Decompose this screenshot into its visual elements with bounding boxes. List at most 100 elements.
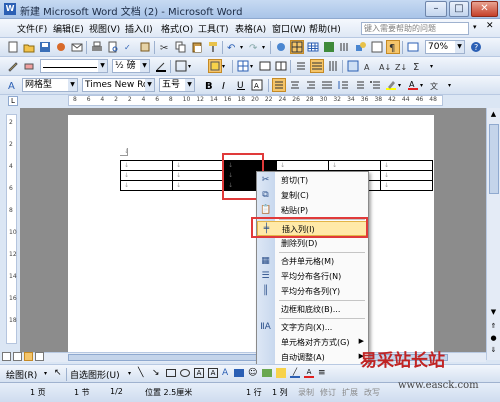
vertical-scroll-thumb[interactable]: [489, 124, 499, 194]
context-menu-item[interactable]: ⧉ 复制(C): [257, 188, 368, 203]
textbox-tool-icon[interactable]: A: [194, 368, 204, 378]
table-autoformat-icon[interactable]: [346, 59, 360, 73]
bullets-icon[interactable]: [368, 78, 382, 92]
arrow-tool-icon[interactable]: ↘: [152, 368, 160, 378]
bold-icon[interactable]: B: [202, 78, 216, 92]
menu-insert[interactable]: 插入(I): [125, 22, 153, 35]
zoom-dropdown[interactable]: 70% ▼: [425, 40, 465, 54]
next-page-icon[interactable]: ⇓: [488, 346, 499, 356]
menu-edit[interactable]: 编辑(E): [53, 22, 84, 35]
line-style-tool-icon[interactable]: ≡: [318, 368, 326, 378]
menu-window[interactable]: 窗口(W): [272, 22, 306, 35]
table-cell[interactable]: ↓: [172, 170, 225, 181]
rectangle-tool-icon[interactable]: [166, 369, 176, 377]
select-browse-object-icon[interactable]: ●: [488, 334, 499, 344]
redo-dropdown-icon[interactable]: ▾: [262, 44, 265, 51]
insert-excel-icon[interactable]: [322, 40, 336, 54]
help-dropdown-arrow-icon[interactable]: ▾: [473, 23, 477, 31]
maximize-button[interactable]: □: [449, 1, 469, 17]
columns-icon[interactable]: [338, 40, 352, 54]
table-cell[interactable]: ↓: [172, 180, 225, 191]
save-icon[interactable]: [38, 40, 52, 54]
autosum-icon[interactable]: Σ: [410, 59, 424, 73]
show-hide-marks-icon[interactable]: ¶: [386, 40, 400, 54]
status-overtype[interactable]: 改写: [364, 387, 380, 398]
context-menu-item[interactable]: 边框和底纹(B)...: [257, 302, 368, 317]
context-menu-item[interactable]: ║ 平均分布各列(Y): [257, 284, 368, 299]
line-weight-dropdown[interactable]: ½ 磅 ▼: [112, 59, 150, 73]
print-layout-view-icon[interactable]: [24, 352, 33, 361]
table-cell[interactable]: ↓: [276, 160, 329, 171]
formatting-options-icon[interactable]: ▾: [448, 82, 451, 89]
undo-dropdown-icon[interactable]: ▾: [240, 44, 243, 51]
open-folder-icon[interactable]: [22, 40, 36, 54]
context-menu-item[interactable]: ▦ 合并单元格(M): [257, 254, 368, 269]
outline-view-icon[interactable]: [35, 352, 44, 361]
insert-table-icon[interactable]: [306, 40, 320, 54]
close-button[interactable]: ✕: [471, 1, 498, 17]
font-size-dropdown[interactable]: 五号 ▼: [159, 78, 195, 92]
word-app-icon[interactable]: W: [4, 3, 16, 15]
table-cell[interactable]: ↓: [120, 160, 173, 171]
font-color-dropdown-icon[interactable]: ▾: [420, 82, 423, 89]
status-extend[interactable]: 扩展: [342, 387, 358, 398]
draw-table-icon[interactable]: [6, 59, 20, 73]
style-dropdown[interactable]: 网格型 ▼: [22, 78, 78, 92]
shading-dropdown-icon[interactable]: ▾: [222, 63, 225, 70]
underline-icon[interactable]: U: [234, 78, 248, 92]
line-tool-icon[interactable]: ╲: [138, 368, 143, 378]
email-icon[interactable]: [70, 40, 84, 54]
align-right-icon[interactable]: [304, 78, 318, 92]
print-preview-icon[interactable]: [106, 40, 120, 54]
insert-table-grid-icon[interactable]: [236, 59, 250, 73]
horizontal-ruler[interactable]: 8 6 4 2 2 4 6 8 10 12 14 16 18 20 22 24 26 28 30 32 34 36 38 42…: [68, 95, 443, 106]
font-color-icon[interactable]: A: [406, 78, 420, 92]
copy-icon[interactable]: [174, 40, 188, 54]
select-objects-icon[interactable]: ↖: [54, 368, 62, 378]
menu-view[interactable]: 视图(V): [89, 22, 120, 35]
align-cell-icon[interactable]: [294, 59, 308, 73]
eraser-icon[interactable]: [22, 59, 36, 73]
document-map-icon[interactable]: [370, 40, 384, 54]
split-cells-icon[interactable]: [274, 59, 288, 73]
menu-tools[interactable]: 工具(T): [198, 22, 229, 35]
paste-icon[interactable]: [190, 40, 204, 54]
merge-cells-toolbar-icon[interactable]: [258, 59, 272, 73]
border-color-icon[interactable]: [154, 59, 168, 73]
draw-font-color-icon[interactable]: A: [304, 368, 314, 378]
table-cell[interactable]: ↓: [120, 170, 173, 181]
tab-selector-icon[interactable]: L: [8, 96, 18, 106]
highlight-dropdown-icon[interactable]: ▾: [398, 82, 401, 89]
clipart-icon[interactable]: ☺: [248, 368, 257, 378]
menu-format[interactable]: 格式(O): [161, 22, 193, 35]
scroll-down-icon[interactable]: ▼: [488, 308, 499, 318]
undo-icon[interactable]: ↶: [226, 40, 240, 54]
help-icon[interactable]: ?: [469, 40, 483, 54]
scroll-up-icon[interactable]: ▲: [488, 110, 499, 120]
sort-ascending-icon[interactable]: A↓: [378, 59, 392, 73]
numbering-icon[interactable]: [352, 78, 366, 92]
close-document-icon[interactable]: ✕: [486, 21, 494, 31]
italic-icon[interactable]: I: [218, 78, 232, 92]
web-view-icon[interactable]: [13, 352, 22, 361]
spelling-icon[interactable]: ✓: [122, 40, 136, 54]
vertical-ruler[interactable]: 2 2 4 6 8 10 12 14 16 18: [6, 114, 17, 344]
border-dropdown-icon[interactable]: ▾: [188, 63, 191, 70]
print-icon[interactable]: [90, 40, 104, 54]
border-icon[interactable]: [174, 59, 188, 73]
previous-page-icon[interactable]: ⇑: [488, 322, 499, 332]
menu-file[interactable]: 文件(F): [17, 22, 47, 35]
table-cell[interactable]: ↓: [172, 160, 225, 171]
table-cell[interactable]: ↓: [380, 160, 433, 171]
char-border-icon[interactable]: A: [250, 78, 264, 92]
diagram-icon[interactable]: [234, 369, 244, 377]
change-text-direction-icon[interactable]: A: [362, 59, 376, 73]
table-cell[interactable]: ↓: [380, 180, 433, 191]
drawing-icon[interactable]: [354, 40, 368, 54]
tables-borders-icon[interactable]: [290, 40, 304, 54]
status-revisions[interactable]: 修订: [320, 387, 336, 398]
line-spacing-icon[interactable]: [336, 78, 350, 92]
insert-table-dropdown-icon[interactable]: ▾: [250, 63, 253, 70]
styles-pane-icon[interactable]: A: [6, 78, 20, 92]
distribute-columns-toolbar-icon[interactable]: [326, 59, 340, 73]
